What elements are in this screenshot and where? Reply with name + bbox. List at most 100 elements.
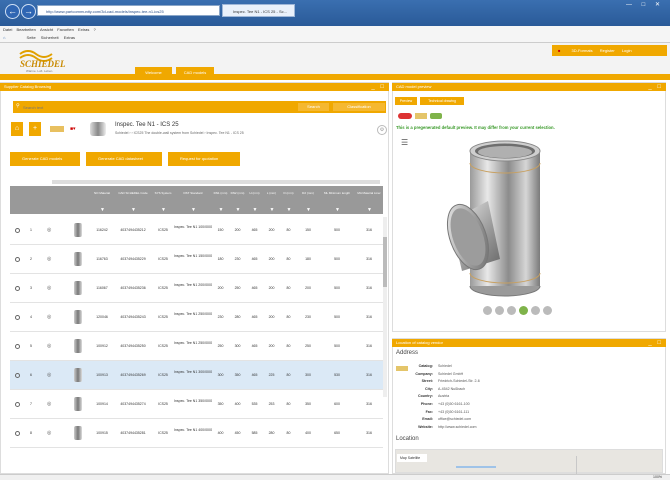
- menu-favorites[interactable]: Favoriten: [57, 27, 74, 32]
- table-row[interactable]: 5 ◎ 100912 4037494435250 ICS25 Inspec. Tee N1…: [10, 332, 383, 361]
- breadcrumb[interactable]: Schiedel › › ICS25 The double-wall syste…: [115, 131, 244, 135]
- link-3d-formats[interactable]: 3D-Formats: [572, 48, 593, 53]
- address-value[interactable]: http://www.schiedel.com: [438, 425, 477, 429]
- col-d2[interactable]: D2 (mm) ▼: [297, 186, 319, 214]
- panel-window-controls[interactable]: _ □: [648, 83, 663, 91]
- search-bar: ⚲: [13, 101, 386, 113]
- row-radio[interactable]: [15, 286, 20, 291]
- cell-d2: 180: [305, 257, 311, 261]
- location-map[interactable]: [395, 449, 663, 474]
- col-min-length[interactable]: ML Minimum length ▼: [319, 186, 355, 214]
- tab-technical-drawing[interactable]: Technical drawing: [420, 97, 464, 105]
- view-icon[interactable]: ◎: [47, 430, 51, 436]
- cmd-security[interactable]: Sicherheit: [41, 35, 59, 40]
- zoom-level[interactable]: 100%: [653, 475, 662, 480]
- address-value[interactable]: office@schiedel.com: [438, 417, 471, 421]
- preview-panel-header: CAD model preview _ □: [392, 83, 666, 91]
- row-radio[interactable]: [15, 257, 20, 262]
- col-dn2[interactable]: DN2 (mm) ▼: [229, 186, 246, 214]
- map-river: [456, 466, 496, 468]
- view-icon[interactable]: ◎: [47, 372, 51, 378]
- cell-no: 100912: [96, 344, 108, 348]
- view-icon[interactable]: ◎: [47, 401, 51, 407]
- col-material[interactable]: NO Material ▼: [90, 186, 114, 214]
- zoom-icon[interactable]: [507, 306, 516, 315]
- fit-icon[interactable]: [531, 306, 540, 315]
- scrollbar-thumb[interactable]: [383, 237, 387, 287]
- cmd-page[interactable]: Seite: [27, 35, 36, 40]
- add-button[interactable]: +: [29, 122, 41, 136]
- row-radio[interactable]: [15, 402, 20, 407]
- col-h[interactable]: H (mm) ▼: [246, 186, 263, 214]
- table-row[interactable]: 7 ◎ 100914 4037494435274 ICS25 Inspec. Tee N1…: [10, 390, 383, 419]
- panel-window-controls[interactable]: _ □: [371, 83, 386, 91]
- table-horizontal-scrollbar[interactable]: [52, 180, 380, 184]
- window-controls[interactable]: — □ ✕: [626, 1, 664, 8]
- view-icon[interactable]: ◎: [47, 256, 51, 262]
- row-radio[interactable]: [15, 373, 20, 378]
- supplier-logo[interactable]: [50, 126, 64, 132]
- tab-cad-models[interactable]: CAD models: [176, 67, 214, 79]
- browser-tab[interactable]: Inspec. Tee N1 - ICS 25 - Sc...: [222, 4, 295, 17]
- panel-window-controls[interactable]: _ □: [648, 339, 663, 347]
- home-button[interactable]: ⌂: [11, 122, 23, 136]
- link-login[interactable]: Login: [622, 48, 632, 53]
- table-row[interactable]: 4 ◎ 120046 4037494435243 ICS25 Inspec. Tee N1…: [10, 303, 383, 332]
- col-material-liner[interactable]: MA Material Liner ▼: [355, 186, 383, 214]
- menu-edit[interactable]: Bearbeiten: [16, 27, 35, 32]
- view-icon[interactable]: [519, 306, 528, 315]
- address-panel-header: Location of catalog vendor _ □: [392, 339, 666, 347]
- col-standard[interactable]: DST Standard ▼: [174, 186, 212, 214]
- view-icon[interactable]: ◎: [47, 314, 51, 320]
- row-radio[interactable]: [15, 315, 20, 320]
- search-button[interactable]: Search: [298, 103, 329, 111]
- col-system[interactable]: SYS System ▼: [152, 186, 174, 214]
- table-row[interactable]: 2 ◎ 116763 4037494435229 ICS25 Inspec. Tee N1…: [10, 245, 383, 274]
- view-icon[interactable]: ◎: [47, 227, 51, 233]
- generate-cad-datasheet-button[interactable]: Generate CAD datasheet: [86, 152, 162, 166]
- pan-icon[interactable]: [495, 306, 504, 315]
- flag-icon[interactable]: ■: [558, 48, 560, 53]
- table-row[interactable]: 6 ◎ 100913 4037494435269 ICS25 Inspec. Tee N1…: [10, 361, 383, 390]
- table-row[interactable]: 3 ◎ 116067 4037494435236 ICS25 Inspec. Tee N1…: [10, 274, 383, 303]
- table-row[interactable]: 8 ◎ 100915 4037494435281 ICS25 Inspec. Tee N1…: [10, 419, 383, 448]
- language-flag-icon[interactable]: ■▾: [70, 126, 76, 132]
- row-radio[interactable]: [15, 431, 20, 436]
- view-icon[interactable]: ◎: [47, 343, 51, 349]
- link-register[interactable]: Register: [600, 48, 615, 53]
- forward-icon[interactable]: →: [21, 4, 36, 19]
- tab-preview[interactable]: Preview: [395, 97, 417, 105]
- settings-gear-icon[interactable]: ⚙: [377, 125, 387, 135]
- search-input[interactable]: [23, 103, 303, 111]
- row-radio[interactable]: [15, 228, 20, 233]
- col-d[interactable]: D (mm) ▼: [280, 186, 297, 214]
- view-icon[interactable]: ◎: [47, 285, 51, 291]
- table-vertical-scrollbar[interactable]: [383, 217, 387, 397]
- menu-tools[interactable]: Extras: [78, 27, 89, 32]
- tab-welcome[interactable]: Welcome: [135, 67, 172, 79]
- request-quotation-button[interactable]: Request for quotation: [168, 152, 240, 166]
- rotate-icon[interactable]: [483, 306, 492, 315]
- cell-name: Inspec. Tee N1 250/0000 E: [174, 312, 212, 316]
- col-l[interactable]: L (mm) ▼: [263, 186, 280, 214]
- menu-view[interactable]: Ansicht: [40, 27, 53, 32]
- menu-file[interactable]: Datei: [3, 27, 12, 32]
- back-icon[interactable]: ←: [5, 4, 20, 19]
- col-cad-code[interactable]: CAD SCHEDEL Code ▼: [114, 186, 152, 214]
- 3d-tee-model[interactable]: [440, 133, 570, 298]
- generate-cad-models-button[interactable]: Generate CAD models: [10, 152, 80, 166]
- schiedel-logo[interactable]: SCHIEDEL Wärme. Luft. Leben.: [18, 50, 80, 74]
- cmd-tools[interactable]: Extras: [64, 35, 75, 40]
- home-icon[interactable]: ⌂: [3, 35, 5, 40]
- map-type-switch[interactable]: Map Satellite: [397, 454, 427, 462]
- col-dn1[interactable]: DN1 (mm) ▼: [212, 186, 229, 214]
- list-menu-icon[interactable]: ☰: [401, 138, 408, 147]
- menu-help[interactable]: ?: [93, 27, 95, 32]
- cell-h: 465: [251, 315, 258, 319]
- table-row[interactable]: 1 ◎ 116242 4037494435212 ICS25 Inspec. Tee N1…: [10, 216, 383, 245]
- cell-ml: 650: [334, 431, 340, 435]
- classification-button[interactable]: Classification: [333, 103, 385, 111]
- fullscreen-icon[interactable]: [543, 306, 552, 315]
- row-radio[interactable]: [15, 344, 20, 349]
- address-bar[interactable]: http://www.partcommunity.com/3d-cad-mode…: [37, 5, 220, 16]
